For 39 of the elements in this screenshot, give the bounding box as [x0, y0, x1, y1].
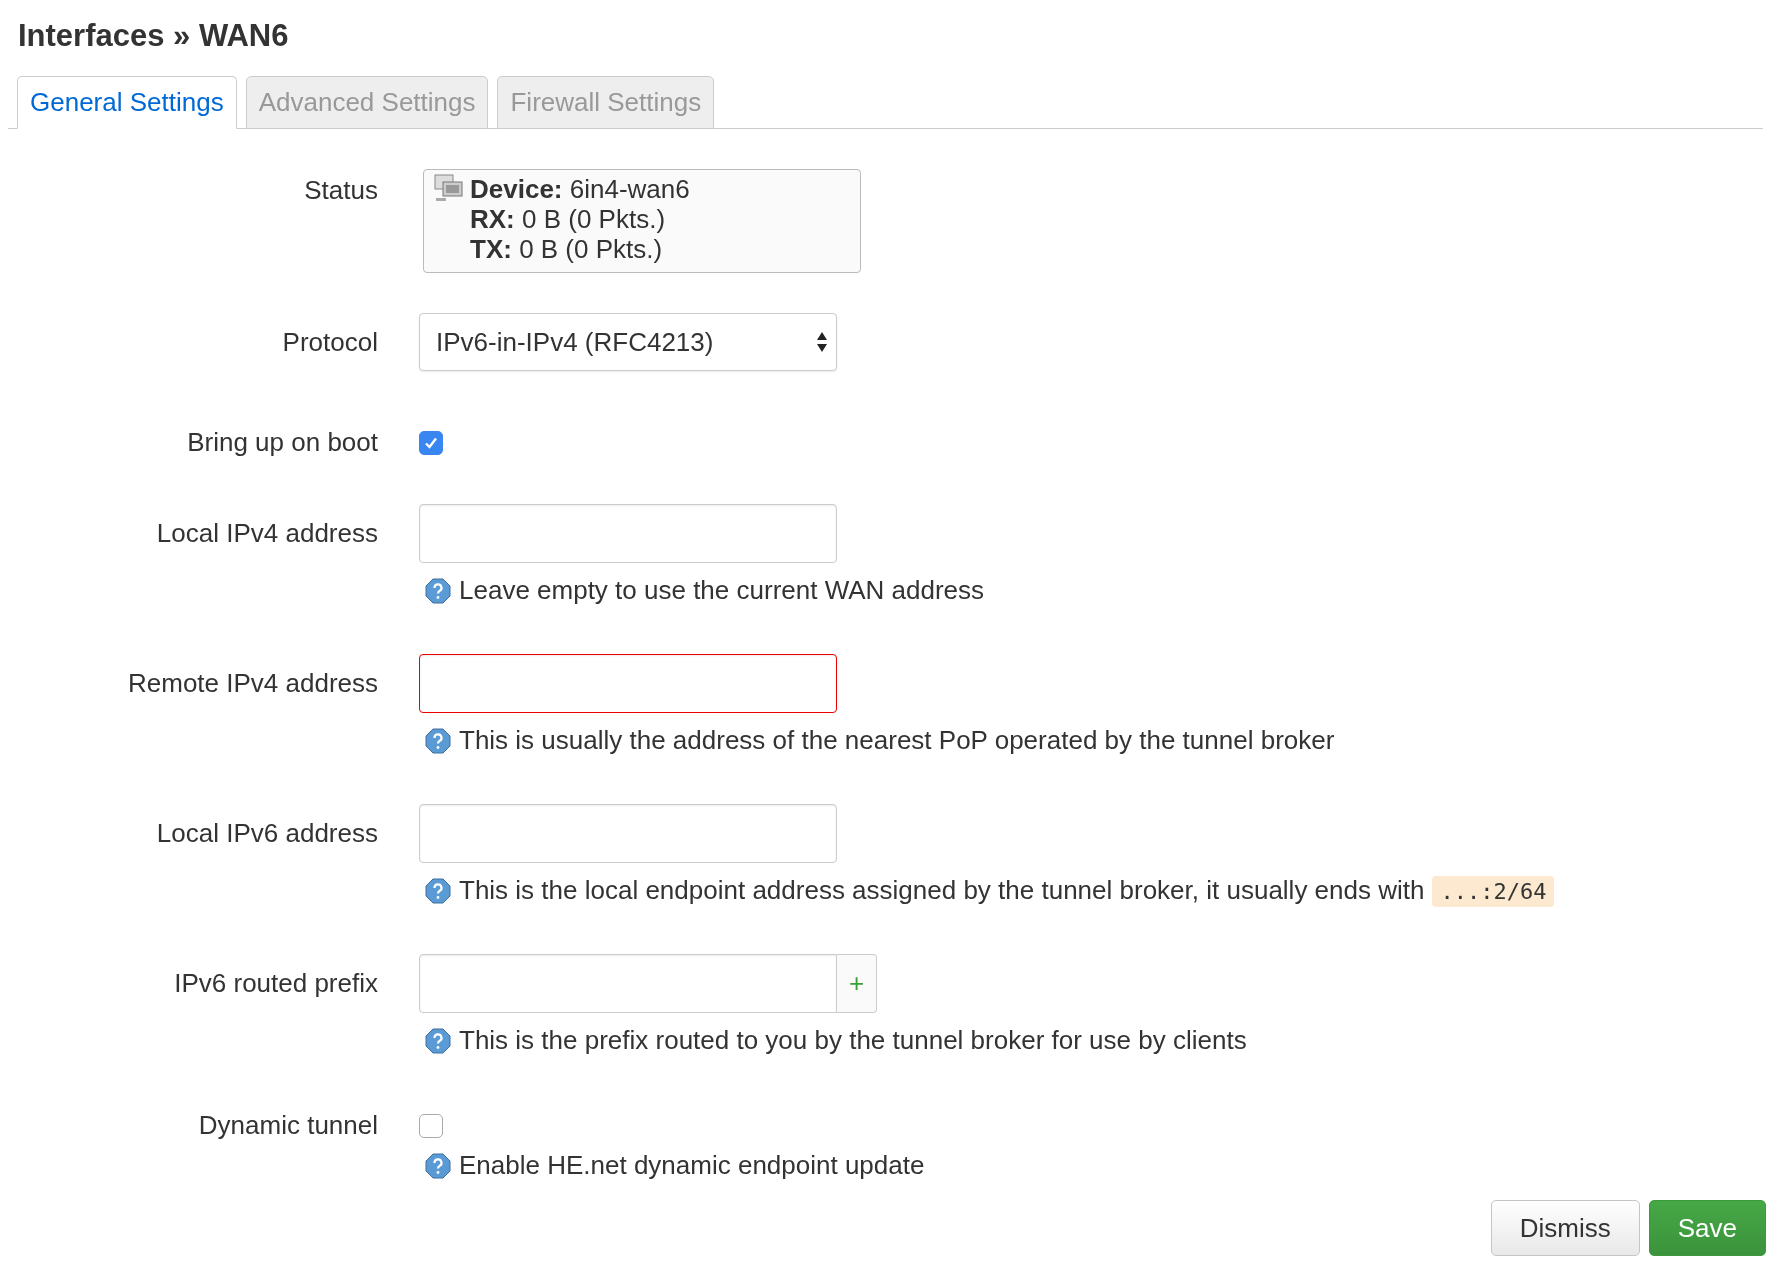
help-text: This is usually the address of the nearest PoP operated by the tunnel broker	[459, 725, 1335, 756]
check-icon	[423, 435, 439, 451]
save-button[interactable]: Save	[1648, 1200, 1766, 1256]
field-label: Local IPv6 address	[155, 817, 378, 850]
field-label: Status	[303, 174, 378, 207]
checkbox[interactable]	[419, 431, 443, 455]
text-field[interactable]	[419, 804, 837, 863]
field-label: Dynamic tunnel	[197, 1109, 378, 1142]
text-field[interactable]	[419, 954, 837, 1013]
network-device-icon	[434, 174, 464, 202]
help-text: This is the prefix routed to you by the tunnel broker for use by clients	[459, 1025, 1247, 1056]
updown-icon	[816, 331, 828, 353]
help-icon	[425, 1152, 451, 1179]
field-label: Protocol	[281, 326, 378, 359]
status-line: Device: 6in4-wan6	[470, 174, 690, 204]
checkbox[interactable]	[419, 1114, 443, 1138]
field-label: Remote IPv4 address	[127, 667, 378, 700]
help-text: This is the local endpoint address assigned by the tunnel broker, it usually ends with ...:2/64	[459, 875, 1555, 906]
dismiss-button[interactable]: Dismiss	[1490, 1200, 1640, 1256]
field-label: Local IPv4 address	[155, 517, 378, 550]
help-icon	[425, 1027, 451, 1054]
tab[interactable]: Firewall Settings	[497, 76, 715, 129]
tab[interactable]: General Settings	[17, 76, 237, 129]
status-line: TX: 0 B (0 Pkts.)	[470, 234, 664, 264]
text-field[interactable]	[419, 654, 837, 713]
help-text: Leave empty to use the current WAN address	[459, 575, 985, 606]
help-text: Enable HE.net dynamic endpoint update	[459, 1150, 925, 1181]
help-icon	[425, 577, 451, 604]
help-icon	[425, 877, 451, 904]
help-icon	[425, 727, 451, 754]
add-button[interactable]: +	[837, 954, 877, 1013]
protocol-select[interactable]: IPv6-in-IPv4 (RFC4213)	[419, 313, 837, 371]
status-line: RX: 0 B (0 Pkts.)	[470, 204, 667, 234]
text-field[interactable]	[419, 504, 837, 563]
page-title: Interfaces » WAN6	[18, 18, 290, 54]
code-snippet: ...:2/64	[1432, 876, 1555, 907]
field-label: IPv6 routed prefix	[173, 967, 378, 1000]
field-label: Bring up on boot	[186, 426, 378, 458]
tab[interactable]: Advanced Settings	[245, 76, 489, 129]
